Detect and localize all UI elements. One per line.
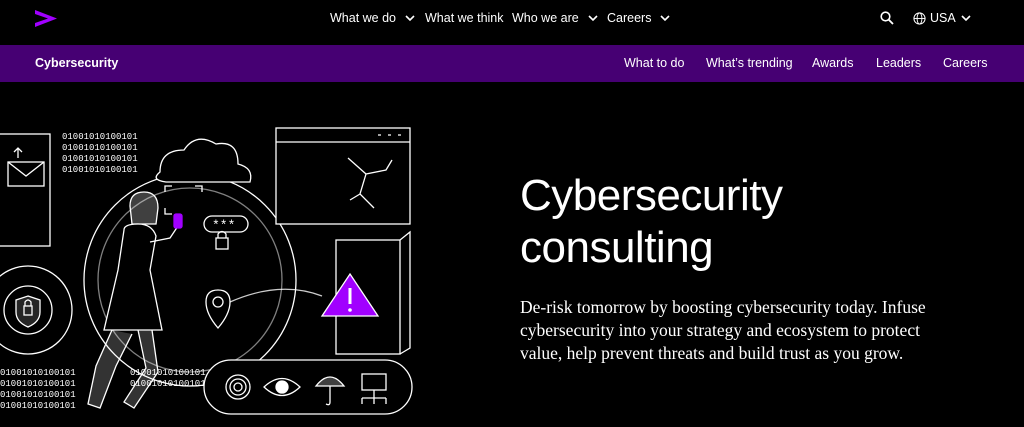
binary-row: 01001010100101 [62,154,138,164]
hero-description: De-risk tomorrow by boosting cybersecuri… [520,297,926,363]
chevron-down-icon [405,14,415,21]
binary-row: 01001010100101 [0,401,76,411]
chevron-down-icon [660,14,671,21]
nav-what-we-think[interactable]: What we think [425,11,504,25]
chevron-down-icon [588,14,598,21]
page-title-line1: Cybersecurity [520,171,783,220]
binary-row: 01001010100101 [62,132,138,142]
warning-icon [320,272,380,317]
locale-selector[interactable]: USA [913,11,971,25]
binary-row: 01001010100101 [62,143,138,153]
brand-logo-icon[interactable] [33,8,59,30]
nav-what-we-do-label: What we do [330,11,397,25]
phone-icon [173,213,183,229]
globe-icon [913,11,926,25]
section-navigation: Cybersecurity What to do What’s trending… [0,45,1024,82]
section-title-link[interactable]: Cybersecurity [35,56,118,70]
subnav-item-what-to-do[interactable]: What to do [624,56,684,70]
subnav-item-whats-trending[interactable]: What’s trending [706,56,793,70]
password-mask-text: *** [212,218,235,233]
binary-row: 01001010100101 [0,368,76,378]
cloud-icon [155,138,252,183]
nav-who-we-are-label: Who we are [512,11,579,25]
page-title: Cybersecurity consulting [520,170,980,274]
subnav-item-careers[interactable]: Careers [943,56,987,70]
top-navigation: What we do What we think Who we are Care… [0,0,1024,45]
search-icon[interactable] [880,11,894,25]
nav-who-we-are[interactable]: Who we are [512,11,598,25]
shield-gear-icon [0,265,73,355]
mail-icon [0,133,51,247]
subnav-item-leaders[interactable]: Leaders [876,56,921,70]
nav-what-we-think-label: What we think [425,11,504,25]
location-pin-icon [205,288,323,329]
subnav-item-awards[interactable]: Awards [812,56,853,70]
nav-what-we-do[interactable]: What we do [330,11,415,25]
binary-row: 01001010100101 [0,379,76,389]
broken-window-icon [275,127,411,225]
chevron-down-icon [961,14,971,21]
padlock-icon [215,237,229,250]
binary-row: 01001010100101 [62,165,138,175]
security-icons-bar [203,359,413,415]
binary-row: 01001010100101 [0,390,76,400]
page-title-line2: consulting [520,223,714,272]
nav-careers[interactable]: Careers [607,11,671,25]
locale-label: USA [930,11,956,25]
cybersecurity-illustration: 01001010100101 01001010100101 0100101010… [0,127,413,415]
nav-careers-label: Careers [607,11,652,25]
